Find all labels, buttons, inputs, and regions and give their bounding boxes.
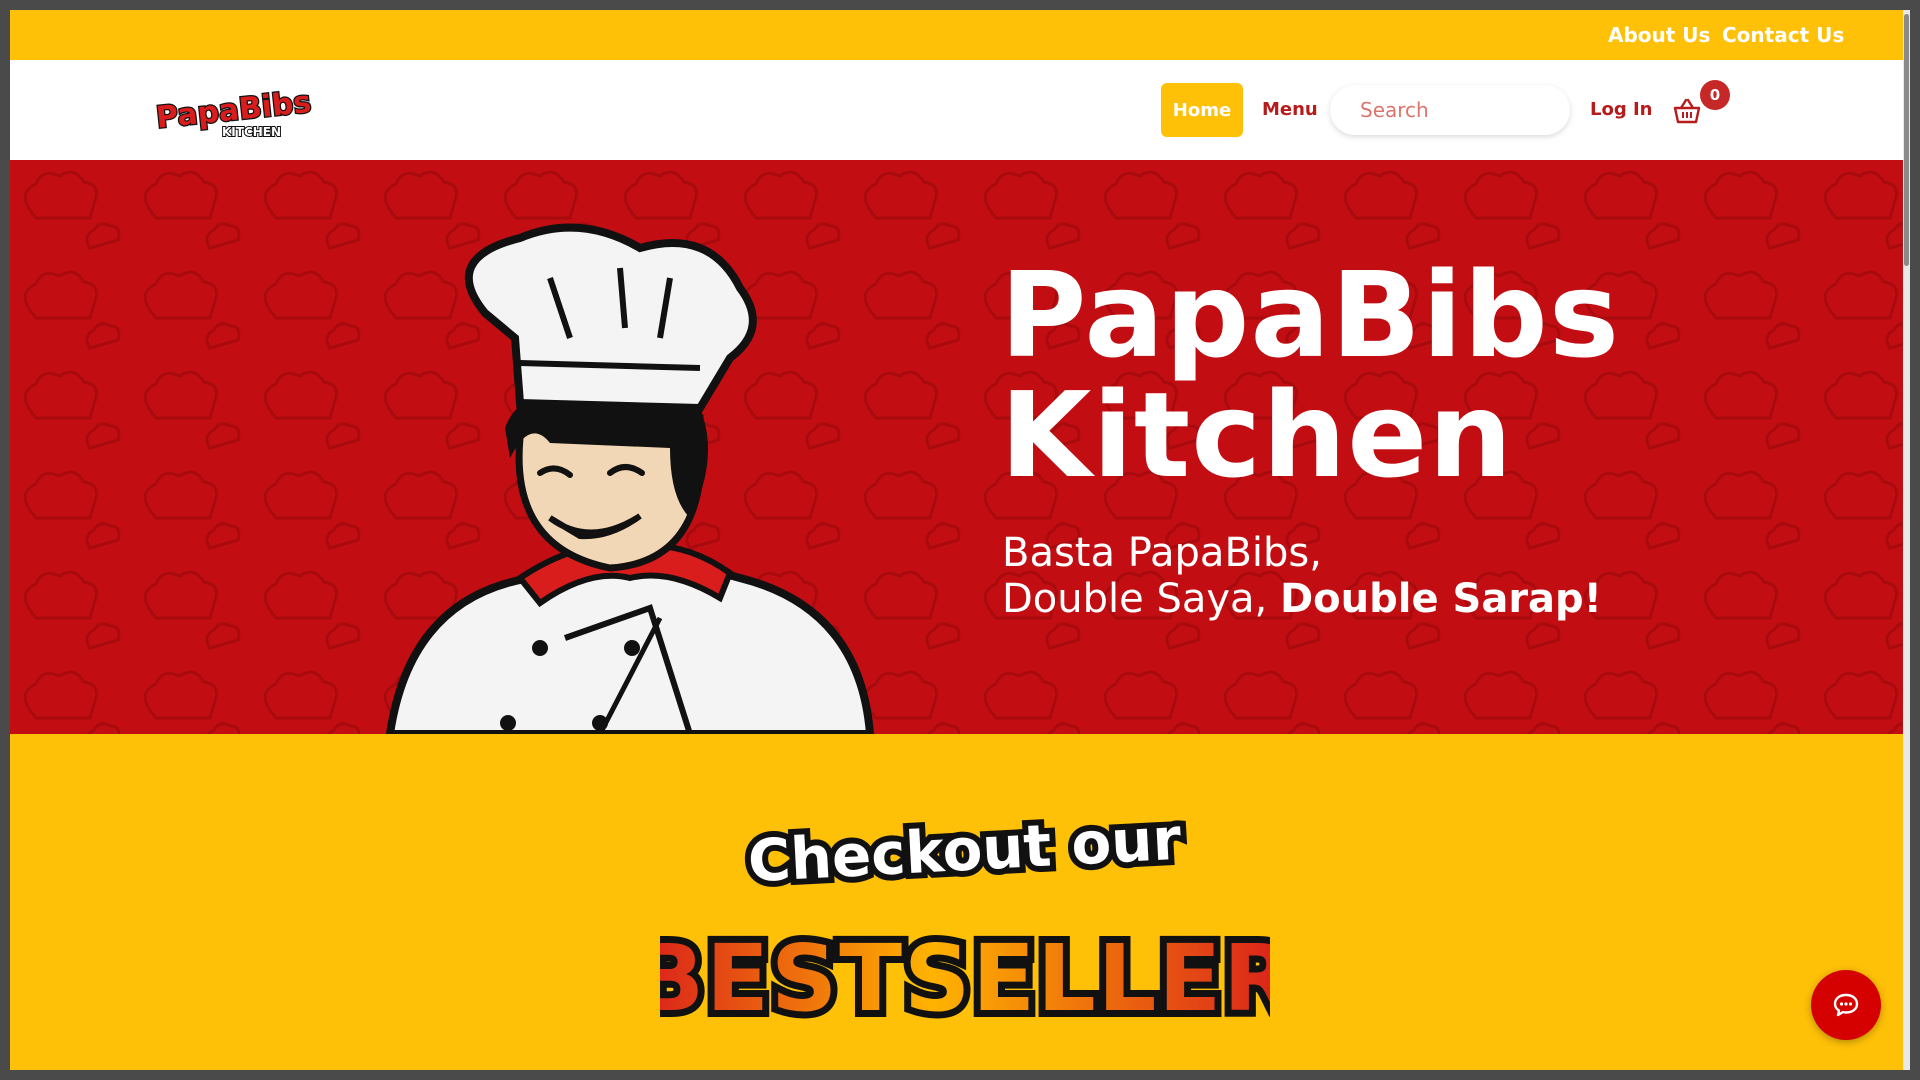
browser-viewport: About Us Contact Us PapaBibs KITCHEN Hom… — [10, 10, 1910, 1070]
hero-tagline-bold: Double Sarap! — [1279, 576, 1602, 622]
logo-subtext: KITCHEN — [222, 125, 281, 139]
main-navbar: PapaBibs KITCHEN Home Menu Log In 0 — [10, 60, 1910, 160]
chat-button[interactable] — [1811, 970, 1881, 1040]
page-scrollbar-thumb[interactable] — [1904, 14, 1909, 266]
nav-menu-link[interactable]: Menu — [1262, 99, 1318, 120]
nav-home-button[interactable]: Home — [1161, 83, 1243, 137]
chef-hat-pattern-background — [10, 160, 1910, 734]
chat-bubble-icon — [1833, 993, 1859, 1017]
about-us-link[interactable]: About Us — [1608, 23, 1710, 47]
chef-mascot-illustration — [385, 223, 875, 734]
contact-us-link[interactable]: Contact Us — [1722, 23, 1844, 47]
hero-title: PapaBibs Kitchen — [1000, 255, 1620, 495]
checkout-our-text: Checkout our — [746, 810, 1183, 895]
hero-title-line1: PapaBibs — [1000, 246, 1621, 384]
papabibs-logo[interactable]: PapaBibs KITCHEN — [152, 82, 312, 142]
hero-banner: PapaBibs Kitchen Basta PapaBibs, Double … — [10, 160, 1910, 734]
top-bar: About Us Contact Us — [10, 10, 1910, 60]
hero-tagline-regular: Double Saya, — [1002, 576, 1280, 622]
cart-count-badge: 0 — [1700, 80, 1730, 110]
hero-tagline-line1: Basta PapaBibs, — [1002, 530, 1322, 576]
bestseller-section: Checkout our BESTSELLER — [10, 734, 1910, 1070]
bestseller-text: BESTSELLER — [660, 925, 1270, 1032]
hero-title-line2: Kitchen — [1000, 366, 1514, 504]
checkout-bestseller-graphic: Checkout our BESTSELLER — [660, 810, 1270, 1039]
search-input[interactable] — [1330, 85, 1570, 135]
hero-tagline: Basta PapaBibs, Double Saya, Double Sara… — [1002, 530, 1602, 622]
login-link[interactable]: Log In — [1590, 99, 1653, 120]
shopping-basket-icon[interactable] — [1672, 96, 1702, 126]
hero-tagline-line2: Double Saya, Double Sarap! — [1002, 576, 1602, 622]
